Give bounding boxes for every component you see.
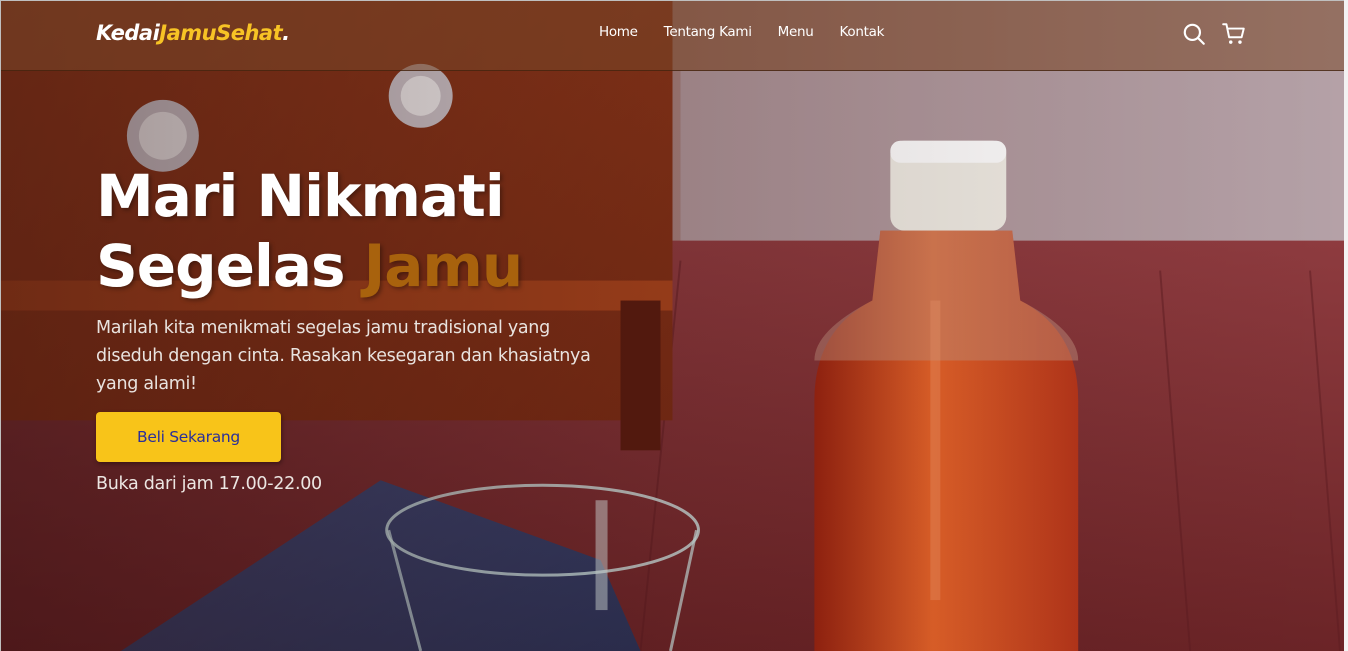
site-logo[interactable]: KedaiJamuSehat. bbox=[96, 21, 290, 45]
nav-link-kontak[interactable]: Kontak bbox=[840, 24, 885, 40]
buy-now-button[interactable]: Beli Sekarang bbox=[96, 412, 281, 462]
nav-icons bbox=[1181, 21, 1247, 47]
logo-text-dot: . bbox=[282, 21, 290, 45]
navbar: KedaiJamuSehat. Home Tentang Kami Menu K… bbox=[1, 1, 1344, 71]
hero-title-accent: Jamu bbox=[363, 232, 523, 300]
logo-text-kedai: Kedai bbox=[96, 21, 160, 45]
hero-title-line1: Mari Nikmati bbox=[96, 162, 505, 230]
nav-link-home[interactable]: Home bbox=[599, 24, 638, 40]
nav-link-menu[interactable]: Menu bbox=[778, 24, 814, 40]
hero-title-line2: Segelas bbox=[96, 232, 364, 300]
search-icon[interactable] bbox=[1181, 21, 1207, 47]
scrollbar[interactable] bbox=[1344, 0, 1348, 651]
nav-links: Home Tentang Kami Menu Kontak bbox=[599, 24, 910, 40]
logo-text-jamusehat: JamuSehat bbox=[159, 21, 283, 45]
opening-hours: Buka dari jam 17.00-22.00 bbox=[96, 474, 322, 494]
hero-section: Mari Nikmati Segelas Jamu Marilah kita m… bbox=[96, 161, 656, 494]
hero-title: Mari Nikmati Segelas Jamu bbox=[96, 161, 656, 301]
shopping-cart-icon[interactable] bbox=[1221, 21, 1247, 47]
hero-description: Marilah kita menikmati segelas jamu trad… bbox=[96, 318, 591, 394]
page-frame: KedaiJamuSehat. Home Tentang Kami Menu K… bbox=[0, 0, 1344, 651]
nav-link-tentang-kami[interactable]: Tentang Kami bbox=[664, 24, 752, 40]
